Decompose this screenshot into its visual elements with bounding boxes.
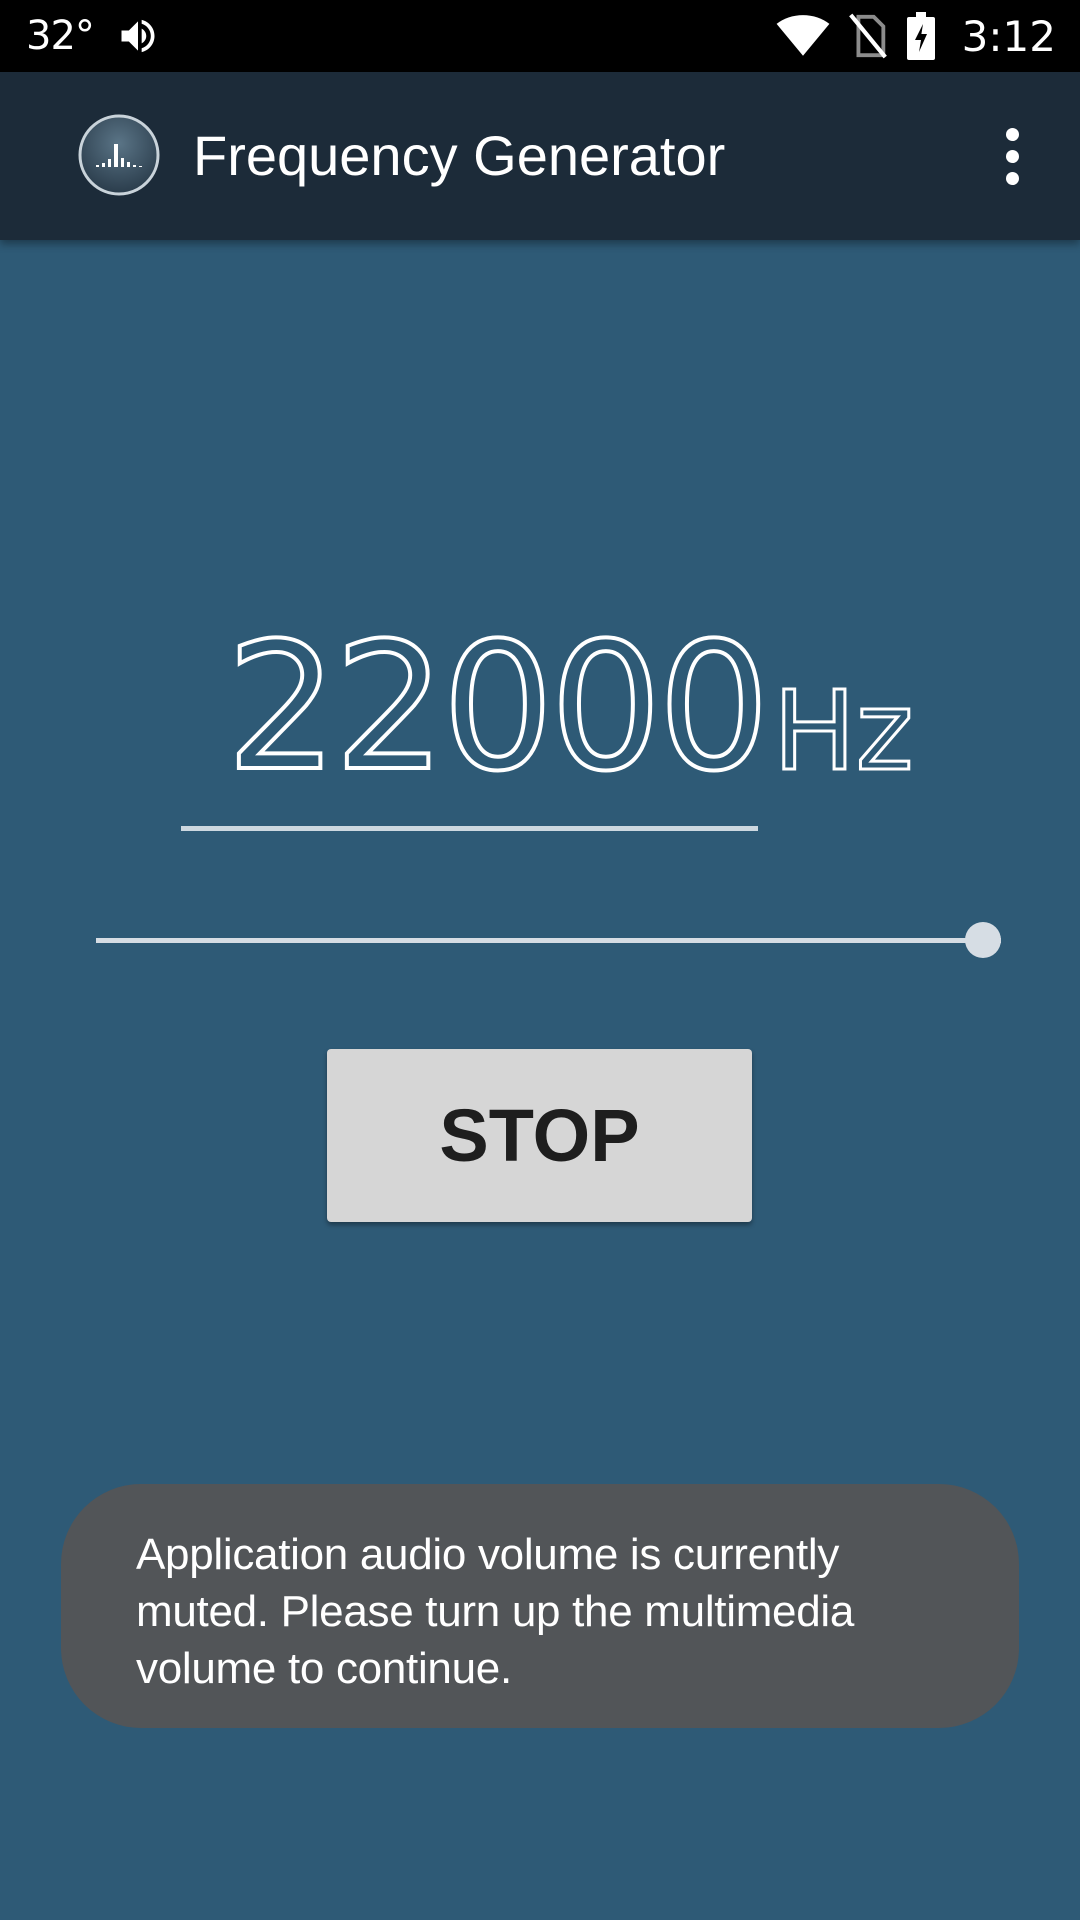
overflow-menu-button[interactable] <box>972 116 1052 196</box>
battery-charging-icon <box>906 12 935 60</box>
frequency-slider[interactable] <box>96 920 1001 960</box>
slider-thumb[interactable] <box>965 922 1001 958</box>
overflow-menu-icon-dot <box>1005 171 1019 185</box>
frequency-input[interactable]: 22000 <box>224 618 772 798</box>
status-left: 32° <box>26 0 160 72</box>
toast-text: Application audio volume is currently mu… <box>136 1530 855 1693</box>
volume-icon <box>121 19 155 53</box>
toast-message: Application audio volume is currently mu… <box>61 1484 1019 1728</box>
overflow-menu-icon <box>1005 127 1019 141</box>
status-time: 3:12 <box>961 11 1056 61</box>
frequency-unit-label: Hz <box>771 667 914 795</box>
slider-track <box>96 938 1001 943</box>
frequency-input-underline <box>181 826 758 831</box>
wifi-icon <box>776 15 830 56</box>
stop-button[interactable]: STOP <box>327 1049 752 1222</box>
status-temperature: 32° <box>26 13 95 59</box>
app-bar: Frequency Generator <box>0 72 1080 240</box>
status-bar: 32° 3:12 <box>0 0 1080 72</box>
frequency-bars-logo-icon <box>78 114 160 196</box>
no-sim-icon <box>848 13 887 59</box>
status-right: 3:12 <box>776 0 1056 72</box>
app-title: Frequency Generator <box>193 124 726 187</box>
overflow-menu-icon-dot <box>1005 149 1019 163</box>
